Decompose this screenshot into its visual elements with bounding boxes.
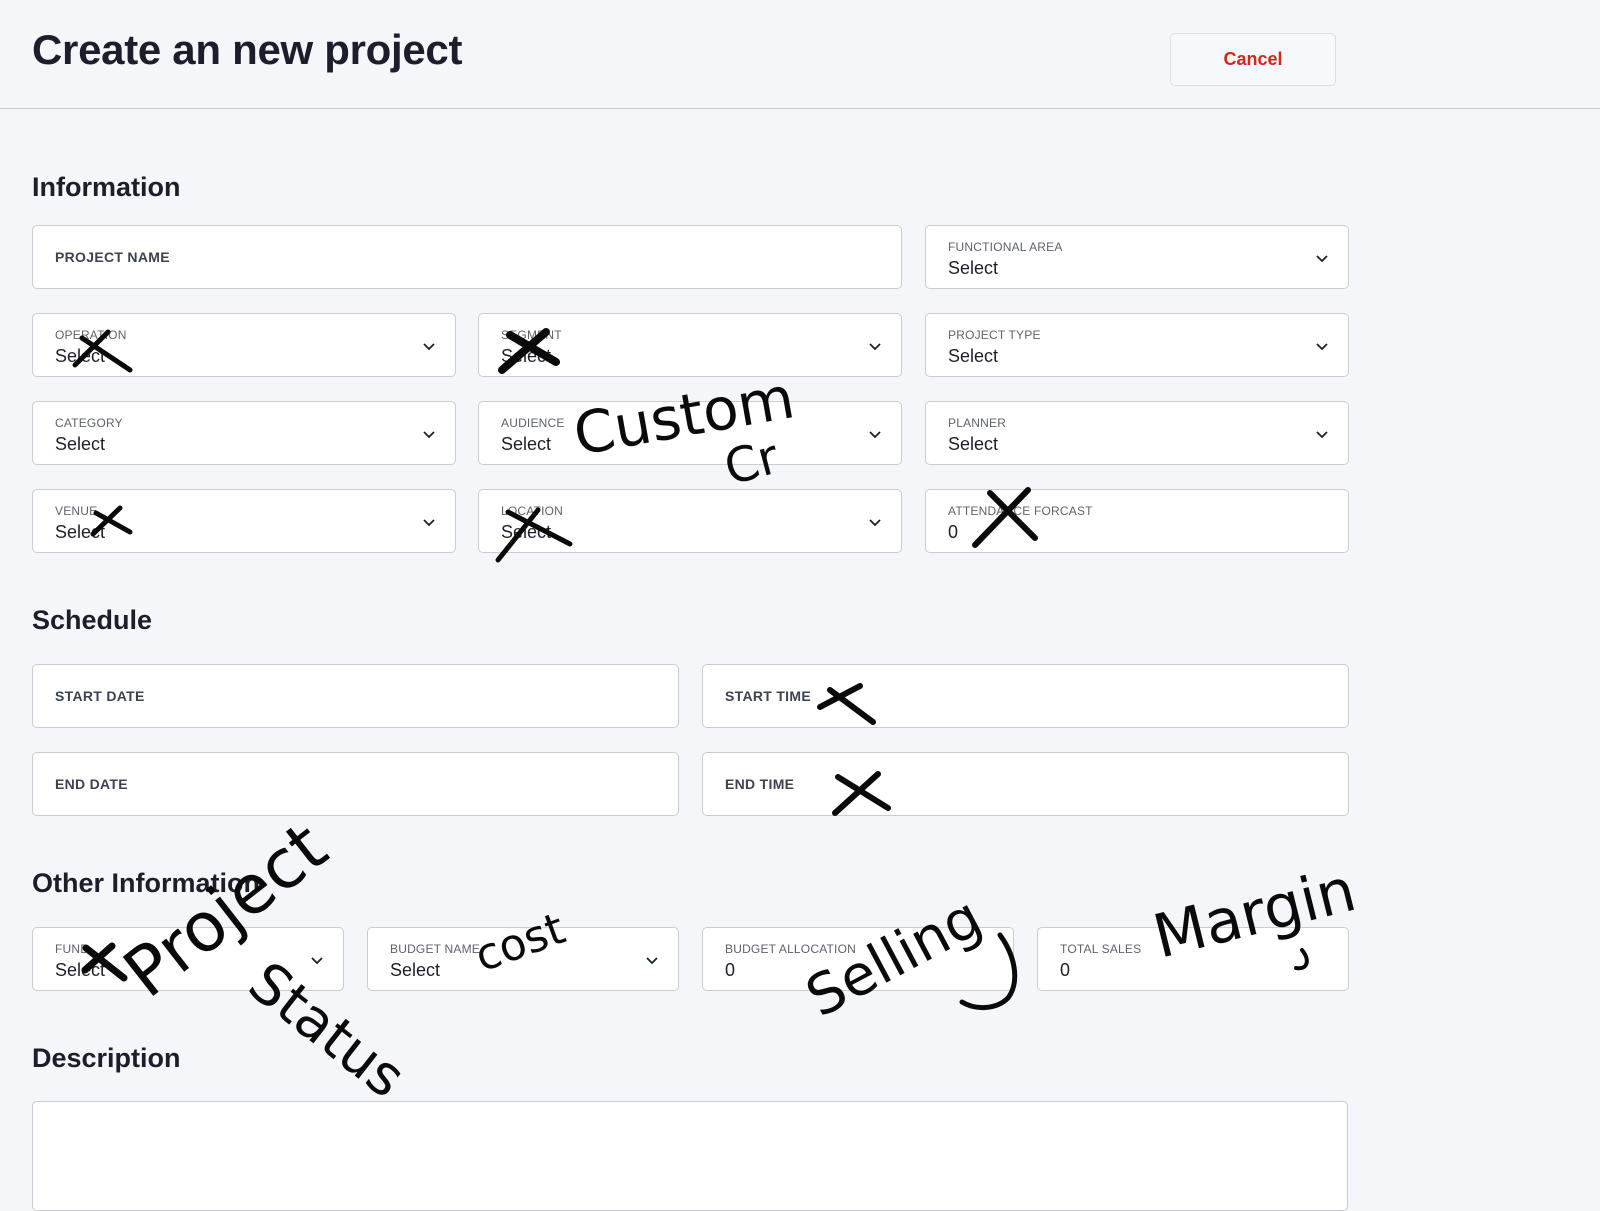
project-type-label: PROJECT TYPE <box>948 328 1041 342</box>
segment-label: SEGMENT <box>501 328 562 342</box>
location-label: LOCATION <box>501 504 564 518</box>
chevron-down-icon <box>1314 338 1330 354</box>
chevron-down-icon <box>1314 250 1330 266</box>
budget-allocation-label: BUDGET ALLOCATION <box>725 942 856 956</box>
segment-select[interactable]: SEGMENT Select <box>478 313 902 377</box>
start-time-field[interactable]: START TIME <box>702 664 1349 728</box>
audience-label: AUDIENCE <box>501 416 565 430</box>
total-sales-value: 0 <box>1060 960 1071 980</box>
functional-area-label: FUNCTIONAL AREA <box>948 240 1063 254</box>
category-select[interactable]: CATEGORY Select <box>32 401 456 465</box>
planner-label: PLANNER <box>948 416 1007 430</box>
chevron-down-icon <box>644 952 660 968</box>
venue-value: Select <box>55 522 106 542</box>
operation-label: OPERATION <box>55 328 127 342</box>
end-time-field[interactable]: END TIME <box>702 752 1349 816</box>
description-textarea[interactable] <box>32 1101 1348 1211</box>
project-type-select[interactable]: PROJECT TYPE Select <box>925 313 1349 377</box>
budget-name-label: BUDGET NAME <box>390 942 480 956</box>
start-time-label: START TIME <box>725 688 811 704</box>
location-select[interactable]: LOCATION Select <box>478 489 902 553</box>
total-sales-input[interactable]: TOTAL SALES 0 <box>1037 927 1349 991</box>
section-title-information: Information <box>32 172 181 202</box>
segment-value: Select <box>501 346 552 366</box>
category-value: Select <box>55 434 106 454</box>
page-header: Create an new project Cancel <box>0 0 1600 109</box>
budget-allocation-value: 0 <box>725 960 736 980</box>
page-title: Create an new project <box>32 26 463 73</box>
project-name-label: PROJECT NAME <box>55 249 170 265</box>
chevron-down-icon <box>421 338 437 354</box>
section-title-description: Description <box>32 1043 181 1073</box>
category-label: CATEGORY <box>55 416 123 430</box>
end-time-label: END TIME <box>725 776 795 792</box>
planner-select[interactable]: PLANNER Select <box>925 401 1349 465</box>
attendance-forcast-input[interactable]: ATTENDANCE FORCAST 0 <box>925 489 1349 553</box>
budget-name-value: Select <box>390 960 441 980</box>
section-title-schedule: Schedule <box>32 605 153 635</box>
cancel-button[interactable]: Cancel <box>1170 33 1336 86</box>
attendance-forcast-label: ATTENDANCE FORCAST <box>948 504 1093 518</box>
handwritten-annotations: Custom Cr Project Status cost Selling Ma… <box>72 328 1362 1111</box>
start-date-field[interactable]: START DATE <box>32 664 679 728</box>
chevron-down-icon <box>867 514 883 530</box>
location-value: Select <box>501 522 552 542</box>
total-sales-label: TOTAL SALES <box>1060 942 1142 956</box>
operation-value: Select <box>55 346 106 366</box>
section-title-other-information: Other Information <box>32 868 260 898</box>
chevron-down-icon <box>309 952 325 968</box>
attendance-forcast-value: 0 <box>948 522 959 542</box>
audience-select[interactable]: AUDIENCE Select <box>478 401 902 465</box>
fund-select[interactable]: FUND Select <box>32 927 344 991</box>
end-date-label: END DATE <box>55 776 128 792</box>
project-name-field[interactable]: PROJECT NAME <box>32 225 902 289</box>
start-date-label: START DATE <box>55 688 145 704</box>
chevron-down-icon <box>867 338 883 354</box>
planner-value: Select <box>948 434 999 454</box>
functional-area-select[interactable]: FUNCTIONAL AREA Select <box>925 225 1349 289</box>
chevron-down-icon <box>421 514 437 530</box>
venue-label: VENUE <box>55 504 98 518</box>
budget-name-select[interactable]: BUDGET NAME Select <box>367 927 679 991</box>
fund-value: Select <box>55 960 106 980</box>
chevron-down-icon <box>1314 426 1330 442</box>
project-type-value: Select <box>948 346 999 366</box>
functional-area-value: Select <box>948 258 999 278</box>
audience-value: Select <box>501 434 552 454</box>
end-date-field[interactable]: END DATE <box>32 752 679 816</box>
fund-label: FUND <box>55 942 90 956</box>
chevron-down-icon <box>867 426 883 442</box>
venue-select[interactable]: VENUE Select <box>32 489 456 553</box>
budget-allocation-input[interactable]: BUDGET ALLOCATION 0 <box>702 927 1014 991</box>
chevron-down-icon <box>421 426 437 442</box>
operation-select[interactable]: OPERATION Select <box>32 313 456 377</box>
